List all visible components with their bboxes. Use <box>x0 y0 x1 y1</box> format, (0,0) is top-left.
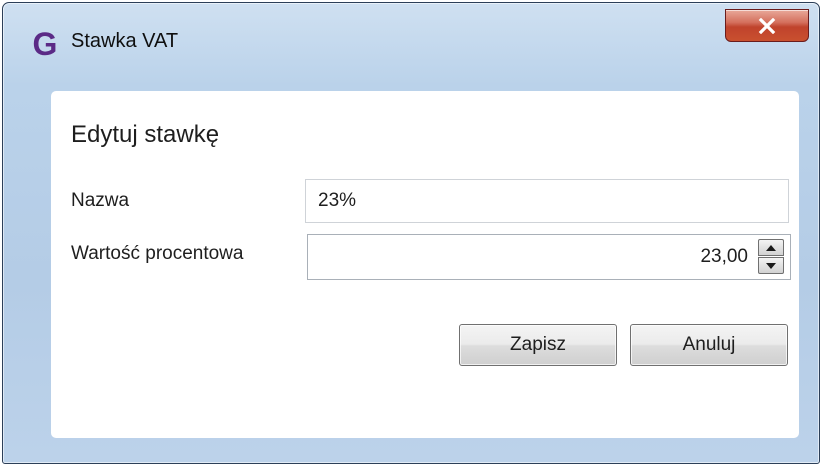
title-bar[interactable]: G Stawka VAT <box>3 3 819 79</box>
spin-up-button[interactable] <box>758 239 784 256</box>
cancel-button[interactable]: Anuluj <box>630 324 788 366</box>
dialog-window: G Stawka VAT Edytuj stawkę Nazwa 23% War… <box>2 2 820 464</box>
percent-numeric-field[interactable]: 23,00 <box>307 234 791 280</box>
name-field[interactable]: 23% <box>305 179 789 223</box>
app-logo-icon: G <box>32 26 58 62</box>
window-title: Stawka VAT <box>71 30 179 52</box>
save-button[interactable]: Zapisz <box>459 324 617 366</box>
arrow-down-icon <box>766 262 776 269</box>
dialog-content: Edytuj stawkę Nazwa 23% Wartość procento… <box>51 91 799 438</box>
name-label: Nazwa <box>71 190 130 211</box>
close-icon <box>758 17 776 34</box>
arrow-up-icon <box>766 244 776 251</box>
percent-label: Wartość procentowa <box>71 243 244 264</box>
close-button[interactable] <box>725 9 809 42</box>
percent-value: 23,00 <box>700 246 748 267</box>
percent-spinner <box>758 239 784 275</box>
spin-down-button[interactable] <box>758 257 784 274</box>
form-heading: Edytuj stawkę <box>71 121 220 148</box>
